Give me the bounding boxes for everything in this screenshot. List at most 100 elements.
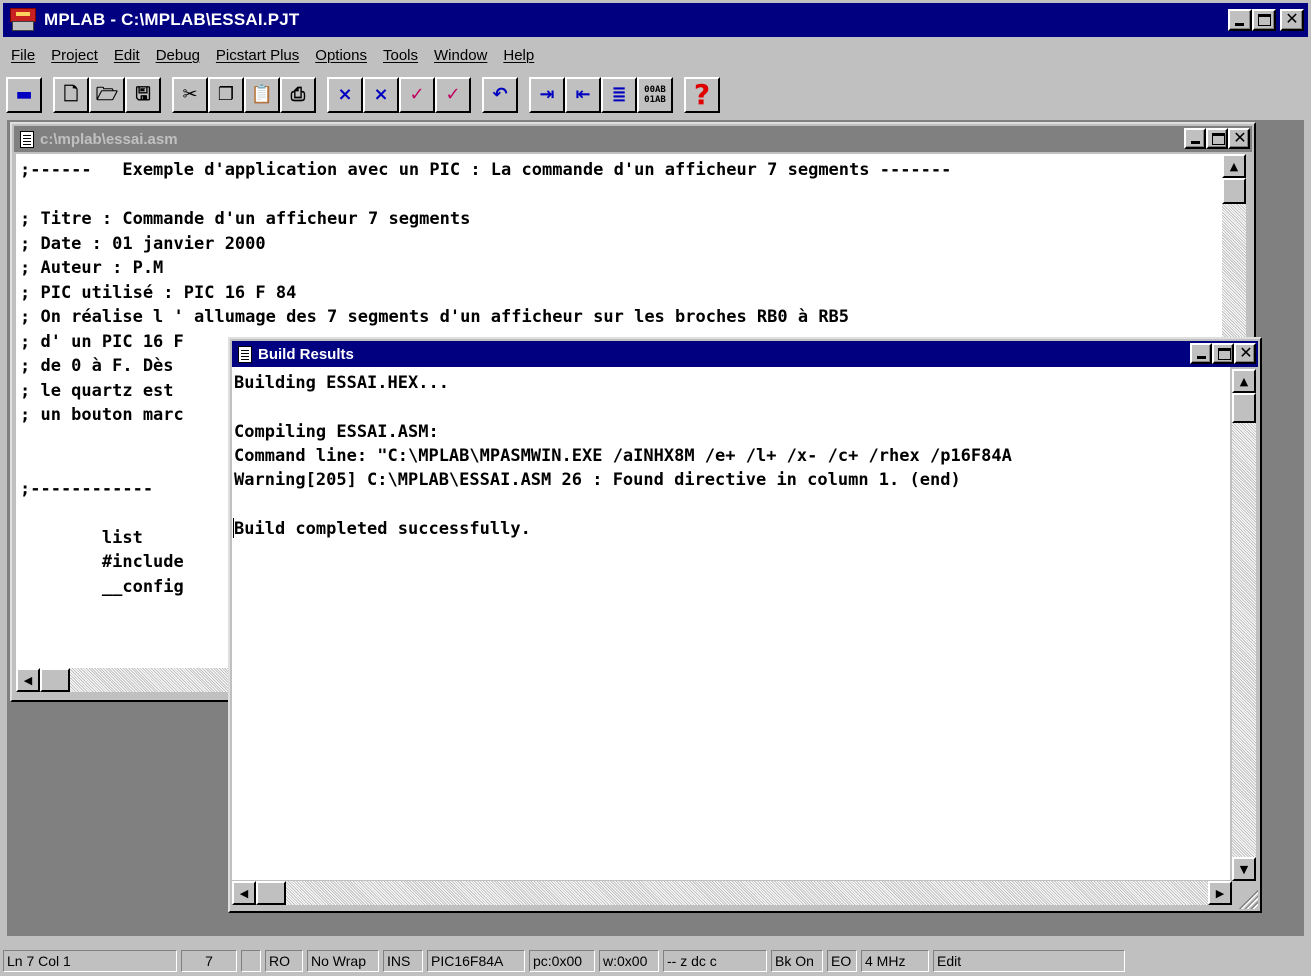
editor-maximize-button[interactable]	[1206, 128, 1228, 149]
status-line-col: Ln 7 Col 1	[3, 950, 177, 972]
help-icon: ?	[693, 78, 711, 111]
menu-bar: File Project Edit Debug Picstart Plus Op…	[3, 40, 542, 70]
output-line: Warning[205] C:\MPLAB\ESSAI.ASM 26 : Fou…	[234, 470, 961, 491]
help-button[interactable]: ?	[684, 77, 720, 113]
build-vertical-scrollbar[interactable]: ▲ ▼	[1232, 369, 1256, 881]
build-title-bar[interactable]: Build Results ✕	[232, 341, 1258, 367]
indent-button[interactable]: ⇥	[529, 77, 565, 113]
arrow-up-icon: ▲	[1229, 159, 1239, 173]
minimize-button[interactable]	[1228, 9, 1252, 31]
scroll-up-button[interactable]: ▲	[1222, 154, 1246, 178]
minimize-icon	[1197, 356, 1206, 359]
editor-title: c:\mplab\essai.asm	[40, 130, 178, 148]
outdent-button[interactable]: ⇤	[565, 77, 601, 113]
close-icon: ✕	[1233, 128, 1247, 147]
match-brace-icon: ≣	[611, 84, 627, 105]
build-horizontal-scrollbar[interactable]: ◀ ▶	[232, 881, 1232, 905]
trace-settings-icon: ✓	[445, 84, 461, 105]
menu-options[interactable]: Options	[307, 47, 375, 64]
build-maximize-button[interactable]	[1212, 343, 1234, 364]
close-icon: ✕	[1285, 9, 1299, 28]
scroll-thumb[interactable]	[1222, 178, 1246, 204]
menu-window[interactable]: Window	[426, 47, 495, 64]
mplab-app: MPLAB - C:\MPLAB\ESSAI.PJT ✕ File Projec…	[0, 0, 1311, 976]
output-line: Compiling ESSAI.ASM:	[234, 421, 439, 442]
save-button[interactable]: 🖫	[125, 77, 161, 113]
breakpoint-settings-button[interactable]: ⨯	[363, 77, 399, 113]
arrow-down-icon: ▼	[1239, 862, 1249, 876]
status-program-counter: pc:0x00	[529, 950, 595, 972]
new-file-button[interactable]: 🗋	[53, 77, 89, 113]
status-insert-mode: INS	[383, 950, 423, 972]
scroll-thumb-horizontal[interactable]	[256, 881, 286, 905]
print-icon: ⎙	[290, 84, 306, 105]
output-line: Command line: "C:\MPLAB\MPASMWIN.EXE /aI…	[234, 445, 1012, 466]
cut-icon: ✂	[182, 84, 198, 105]
maximize-icon	[1218, 348, 1231, 360]
mplab-app-icon[interactable]	[10, 8, 36, 32]
hex-view-button[interactable]: 00AB 01AB	[637, 77, 673, 113]
editor-title-bar[interactable]: c:\mplab\essai.asm ✕	[14, 126, 1252, 152]
code-line: ; Auteur : P.M	[20, 258, 164, 278]
toolbar: ▬ 🗋 🗁 🖫 ✂ ❐ 📋 ⎙ ⨯ ⨯ ✓ ✓ ↶ ⇥ ⇤ ≣ 00AB 01A…	[6, 76, 720, 114]
maximize-button[interactable]	[1252, 9, 1276, 31]
minimize-icon	[1191, 141, 1200, 144]
build-minimize-button[interactable]	[1190, 343, 1212, 364]
trace-button[interactable]: ✓	[399, 77, 435, 113]
editor-close-button[interactable]: ✕	[1228, 128, 1250, 149]
code-line: ; On réalise l ' allumage des 7 segments…	[20, 307, 850, 327]
cut-button[interactable]: ✂	[172, 77, 208, 113]
menu-file[interactable]: File	[3, 47, 43, 64]
save-icon: 🖫	[135, 84, 151, 105]
build-results-window: Build Results ✕ Building ESSAI.HEX... Co…	[228, 337, 1262, 913]
print-button[interactable]: ⎙	[280, 77, 316, 113]
menu-edit[interactable]: Edit	[106, 47, 148, 64]
build-close-button[interactable]: ✕	[1234, 343, 1256, 364]
maximize-icon	[1212, 133, 1225, 145]
status-breakpoints: Bk On	[771, 950, 823, 972]
trace-settings-button[interactable]: ✓	[435, 77, 471, 113]
open-file-icon: 🗁	[95, 84, 119, 105]
code-line: ; Date : 01 janvier 2000	[20, 233, 266, 254]
arrow-right-icon: ▶	[1215, 886, 1225, 900]
status-mode: Edit	[933, 950, 1125, 972]
undo-button[interactable]: ↶	[482, 77, 518, 113]
scroll-right-button[interactable]: ▶	[1208, 881, 1232, 905]
undo-icon: ↶	[492, 84, 508, 105]
scroll-left-button[interactable]: ◀	[16, 668, 40, 692]
copy-button[interactable]: ❐	[208, 77, 244, 113]
scroll-left-button[interactable]: ◀	[232, 881, 256, 905]
menu-tools[interactable]: Tools	[375, 47, 426, 64]
output-line: Build completed successfully.	[233, 517, 531, 539]
scroll-thumb[interactable]	[1232, 393, 1256, 423]
scroll-thumb-horizontal[interactable]	[40, 668, 70, 692]
new-file-icon: 🗋	[63, 84, 79, 105]
scroll-up-button[interactable]: ▲	[1232, 369, 1256, 393]
status-w-register: w:0x00	[599, 950, 659, 972]
project-button[interactable]: ▬	[6, 77, 42, 113]
status-processor: PIC16F84A	[427, 950, 525, 972]
trace-icon: ✓	[409, 84, 425, 105]
resize-grip-icon[interactable]	[1234, 885, 1258, 909]
open-file-button[interactable]: 🗁	[89, 77, 125, 113]
close-button[interactable]: ✕	[1280, 9, 1304, 31]
status-bar: Ln 7 Col 1 7 RO No Wrap INS PIC16F84A pc…	[3, 948, 1308, 974]
menu-project[interactable]: Project	[43, 47, 106, 64]
output-line: Building ESSAI.HEX...	[234, 373, 449, 393]
scroll-down-button[interactable]: ▼	[1232, 857, 1256, 881]
clear-breakpoints-button[interactable]: ⨯	[327, 77, 363, 113]
menu-help[interactable]: Help	[495, 47, 542, 64]
paste-button[interactable]: 📋	[244, 77, 280, 113]
main-title-bar[interactable]: MPLAB - C:\MPLAB\ESSAI.PJT ✕	[3, 3, 1308, 37]
match-brace-button[interactable]: ≣	[601, 77, 637, 113]
menu-debug[interactable]: Debug	[148, 47, 208, 64]
document-icon[interactable]	[238, 345, 252, 363]
text-caret	[233, 517, 234, 538]
menu-picstart-plus[interactable]: Picstart Plus	[208, 47, 307, 64]
build-output[interactable]: Building ESSAI.HEX... Compiling ESSAI.AS…	[232, 367, 1230, 880]
editor-minimize-button[interactable]	[1184, 128, 1206, 149]
document-icon[interactable]	[20, 130, 34, 148]
